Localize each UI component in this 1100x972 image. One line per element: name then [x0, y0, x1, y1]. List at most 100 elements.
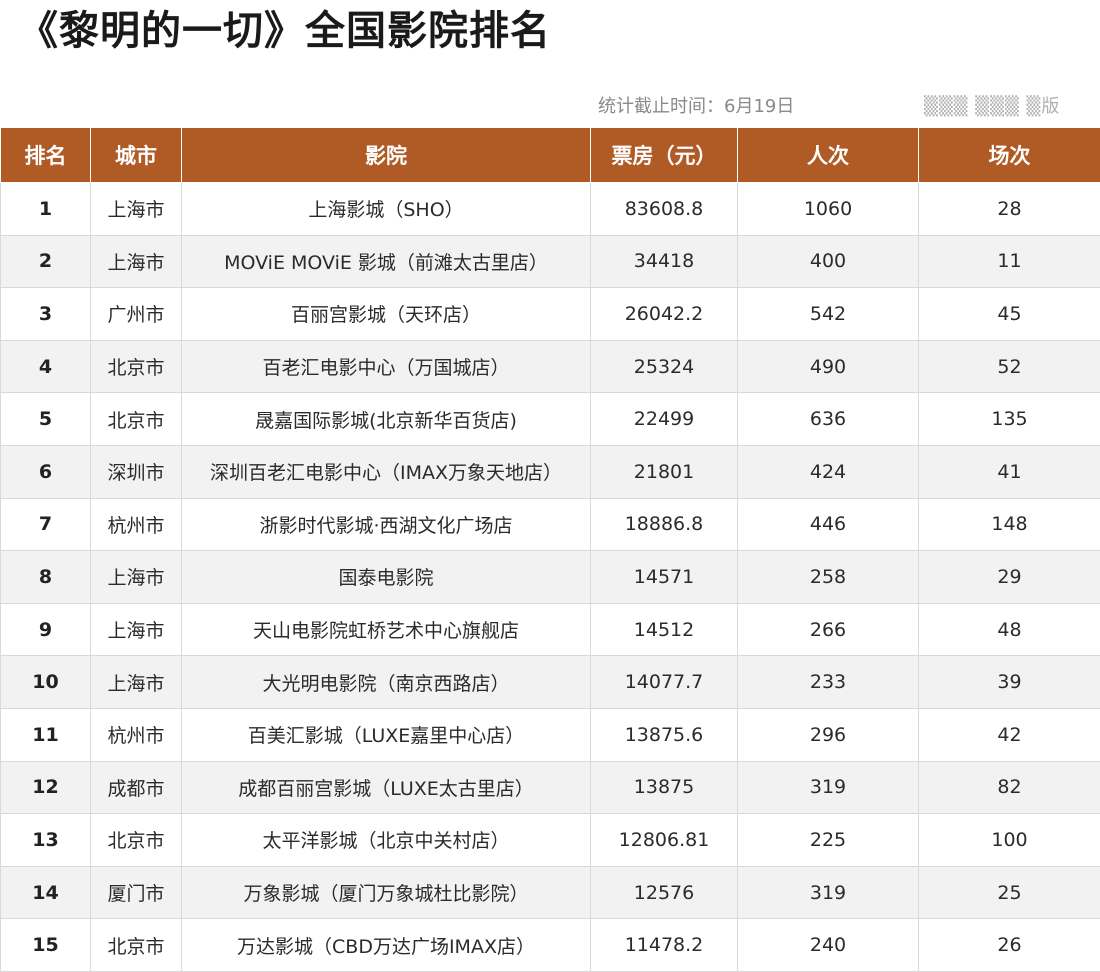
- table-row: 8 上海市 国泰电影院 14571 258 29: [0, 550, 1100, 604]
- box-office-cell: 11478.2: [590, 918, 738, 972]
- box-office-cell: 18886.8: [590, 497, 738, 552]
- cinema-cell: 百老汇电影中心（万国城店）: [181, 339, 591, 394]
- table-row: 14 厦门市 万象影城（厦门万象城杜比影院） 12576 319 25: [0, 865, 1100, 920]
- cinema-cell: 上海影城（SHO）: [181, 182, 591, 236]
- table-row: 9 上海市 天山电影院虹桥艺术中心旗舰店 14512 266 48: [0, 602, 1100, 657]
- screenings-cell: 45: [918, 287, 1100, 341]
- box-office-cell: 12576: [590, 865, 738, 920]
- cinema-cell: 浙影时代影城·西湖文化广场店: [181, 497, 591, 552]
- screenings-cell: 41: [918, 444, 1100, 499]
- rank-cell: 15: [0, 918, 91, 972]
- box-office-cell: 13875: [590, 760, 738, 815]
- header-rank: 排名: [0, 127, 91, 183]
- admissions-cell: 490: [737, 339, 919, 394]
- box-office-cell: 83608.8: [590, 182, 738, 236]
- city-cell: 杭州市: [90, 707, 182, 762]
- admissions-cell: 424: [737, 444, 919, 499]
- admissions-cell: 258: [737, 550, 919, 604]
- header-admissions: 人次: [737, 127, 919, 183]
- city-cell: 北京市: [90, 339, 182, 394]
- rank-cell: 5: [0, 392, 91, 446]
- rank-cell: 1: [0, 182, 91, 236]
- rank-cell: 4: [0, 339, 91, 394]
- screenings-cell: 25: [918, 865, 1100, 920]
- city-cell: 上海市: [90, 182, 182, 236]
- header-cinema: 影院: [181, 127, 591, 183]
- table-row: 10 上海市 大光明电影院（南京西路店） 14077.7 233 39: [0, 655, 1100, 709]
- table-row: 3 广州市 百丽宫影城（天环店） 26042.2 542 45: [0, 287, 1100, 341]
- admissions-cell: 542: [737, 287, 919, 341]
- table-row: 5 北京市 晟嘉国际影城(北京新华百货店) 22499 636 135: [0, 392, 1100, 446]
- rank-cell: 8: [0, 550, 91, 604]
- screenings-cell: 11: [918, 234, 1100, 289]
- screenings-cell: 48: [918, 602, 1100, 657]
- city-cell: 深圳市: [90, 444, 182, 499]
- box-office-cell: 21801: [590, 444, 738, 499]
- page-title: 《黎明的一切》全国影院排名: [18, 8, 551, 54]
- box-office-cell: 34418: [590, 234, 738, 289]
- screenings-cell: 52: [918, 339, 1100, 394]
- cinema-cell: MOViE MOViE 影城（前滩太古里店）: [181, 234, 591, 289]
- header-screenings: 场次: [918, 127, 1100, 183]
- city-cell: 广州市: [90, 287, 182, 341]
- cinema-cell: 深圳百老汇电影中心（IMAX万象天地店）: [181, 444, 591, 499]
- rank-cell: 10: [0, 655, 91, 709]
- cinema-cell: 百丽宫影城（天环店）: [181, 287, 591, 341]
- stat-cutoff-date: 6月19日: [724, 96, 795, 117]
- admissions-cell: 225: [737, 813, 919, 867]
- screenings-cell: 42: [918, 707, 1100, 762]
- box-office-cell: 14077.7: [590, 655, 738, 709]
- table-row: 2 上海市 MOViE MOViE 影城（前滩太古里店） 34418 400 11: [0, 234, 1100, 289]
- screenings-cell: 148: [918, 497, 1100, 552]
- stat-cutoff-label: 统计截止时间：: [598, 96, 724, 117]
- admissions-cell: 266: [737, 602, 919, 657]
- rank-cell: 2: [0, 234, 91, 289]
- city-cell: 上海市: [90, 655, 182, 709]
- city-cell: 上海市: [90, 602, 182, 657]
- table-row: 15 北京市 万达影城（CBD万达广场IMAX店） 11478.2 240 26: [0, 918, 1100, 972]
- box-office-cell: 14571: [590, 550, 738, 604]
- watermark: ▒▒▒ ▒▒▒ ▒版: [924, 96, 1061, 117]
- screenings-cell: 135: [918, 392, 1100, 446]
- rank-cell: 13: [0, 813, 91, 867]
- admissions-cell: 240: [737, 918, 919, 972]
- city-cell: 上海市: [90, 550, 182, 604]
- ranking-table: 排名 城市 影院 票房（元） 人次 场次 1 上海市 上海影城（SHO） 83608.…: [0, 127, 1100, 972]
- cinema-cell: 成都百丽宫影城（LUXE太古里店）: [181, 760, 591, 815]
- cinema-cell: 百美汇影城（LUXE嘉里中心店）: [181, 707, 591, 762]
- cinema-cell: 万象影城（厦门万象城杜比影院）: [181, 865, 591, 920]
- city-cell: 北京市: [90, 392, 182, 446]
- header-city: 城市: [90, 127, 182, 183]
- admissions-cell: 319: [737, 760, 919, 815]
- box-office-cell: 26042.2: [590, 287, 738, 341]
- table-row: 12 成都市 成都百丽宫影城（LUXE太古里店） 13875 319 82: [0, 760, 1100, 815]
- box-office-cell: 13875.6: [590, 707, 738, 762]
- rank-cell: 7: [0, 497, 91, 552]
- rank-cell: 6: [0, 444, 91, 499]
- admissions-cell: 1060: [737, 182, 919, 236]
- screenings-cell: 82: [918, 760, 1100, 815]
- box-office-cell: 12806.81: [590, 813, 738, 867]
- screenings-cell: 26: [918, 918, 1100, 972]
- city-cell: 北京市: [90, 813, 182, 867]
- cinema-cell: 国泰电影院: [181, 550, 591, 604]
- box-office-cell: 25324: [590, 339, 738, 394]
- table-row: 4 北京市 百老汇电影中心（万国城店） 25324 490 52: [0, 339, 1100, 394]
- city-cell: 上海市: [90, 234, 182, 289]
- box-office-cell: 22499: [590, 392, 738, 446]
- cinema-cell: 太平洋影城（北京中关村店）: [181, 813, 591, 867]
- cinema-cell: 万达影城（CBD万达广场IMAX店）: [181, 918, 591, 972]
- admissions-cell: 400: [737, 234, 919, 289]
- screenings-cell: 29: [918, 550, 1100, 604]
- cinema-cell: 晟嘉国际影城(北京新华百货店): [181, 392, 591, 446]
- admissions-cell: 296: [737, 707, 919, 762]
- table-row: 11 杭州市 百美汇影城（LUXE嘉里中心店） 13875.6 296 42: [0, 707, 1100, 762]
- screenings-cell: 39: [918, 655, 1100, 709]
- cinema-cell: 大光明电影院（南京西路店）: [181, 655, 591, 709]
- rank-cell: 14: [0, 865, 91, 920]
- rank-cell: 11: [0, 707, 91, 762]
- table-row: 1 上海市 上海影城（SHO） 83608.8 1060 28: [0, 182, 1100, 236]
- admissions-cell: 636: [737, 392, 919, 446]
- table-row: 13 北京市 太平洋影城（北京中关村店） 12806.81 225 100: [0, 813, 1100, 867]
- city-cell: 厦门市: [90, 865, 182, 920]
